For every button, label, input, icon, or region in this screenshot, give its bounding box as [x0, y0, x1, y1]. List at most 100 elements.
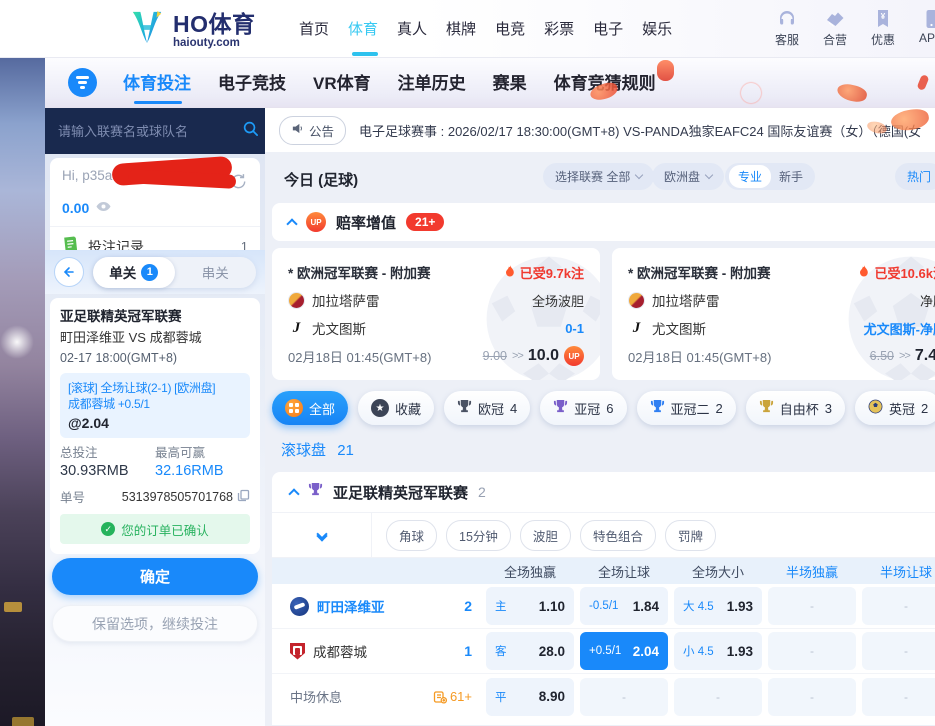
market-pill-correct-score[interactable]: 波胆: [520, 520, 571, 551]
boost-match-card[interactable]: * 欧洲冠军联赛 - 附加赛 已受10.6k注 加拉塔萨雷 净胜 J 尤文图斯: [612, 248, 935, 380]
tab-esports[interactable]: 电子竞技: [218, 69, 286, 94]
tab-sports-betting[interactable]: 体育投注: [123, 69, 191, 94]
market-pill-corners[interactable]: 角球: [386, 520, 437, 551]
ball-icon: [868, 399, 883, 417]
nav-item-slots[interactable]: 电子: [593, 18, 623, 39]
tab-betting-rules[interactable]: 体育竞猜规则: [554, 69, 656, 94]
customer-service-link[interactable]: 客服: [769, 8, 805, 48]
category-all[interactable]: 全部: [272, 391, 348, 425]
category-ucl[interactable]: 欧冠 4: [444, 391, 530, 425]
app-download-link[interactable]: APP: [913, 8, 935, 48]
category-acl2[interactable]: 亚冠二 2: [637, 391, 736, 425]
confirm-button[interactable]: 确定: [52, 558, 258, 595]
nav-item-entertainment[interactable]: 娱乐: [642, 18, 672, 39]
team-name[interactable]: 成都蓉城: [313, 641, 367, 661]
nav-item-home[interactable]: 首页: [299, 18, 329, 39]
category-favorites[interactable]: ★ 收藏: [358, 391, 434, 425]
odds-cell-empty[interactable]: -: [674, 678, 762, 716]
copy-icon[interactable]: [237, 489, 250, 505]
mode-novice-option[interactable]: 新手: [771, 165, 811, 188]
slip-match-name: 町田泽维亚 VS 成都蓉城: [60, 330, 250, 346]
brand-logo[interactable]: HO体育 haiouty.com: [128, 10, 256, 51]
odds-cell-empty[interactable]: -: [580, 678, 668, 716]
team-name[interactable]: 町田泽维亚: [317, 596, 385, 616]
nav-item-cards[interactable]: 棋牌: [446, 18, 476, 39]
odds-cell-1x2-home[interactable]: 主 1.10: [486, 587, 574, 625]
up-badge-icon: UP: [564, 346, 584, 366]
filter-funnel-icon[interactable]: [68, 68, 97, 97]
expand-markets-button[interactable]: [272, 513, 372, 557]
odds-cell-empty[interactable]: -: [862, 632, 935, 670]
tab-single-bet[interactable]: 单关 1: [93, 257, 175, 288]
announcement-text[interactable]: 电子足球赛事 : 2026/02/17 18:30:00(GMT+8) VS-P…: [359, 121, 921, 140]
old-odds: 9.00: [483, 349, 507, 363]
odds-cell-empty[interactable]: -: [768, 632, 856, 670]
odds-arrow: >>: [899, 350, 910, 362]
category-count: 6: [606, 401, 613, 416]
nav-item-lottery[interactable]: 彩票: [544, 18, 574, 39]
market-pill-cards[interactable]: 罚牌: [665, 520, 716, 551]
search-input[interactable]: [58, 124, 234, 139]
mode-toggle[interactable]: 专业 新手: [725, 163, 815, 190]
collapse-chevron-icon[interactable]: [286, 218, 297, 229]
total-stake-label: 总投注: [60, 446, 155, 461]
odds-type-filter[interactable]: 欧洲盘: [652, 163, 724, 190]
hot-filter[interactable]: 热门: [895, 163, 935, 190]
category-label: 全部: [309, 399, 335, 418]
odds-value: 1.84: [633, 599, 659, 614]
column-halftime-handicap[interactable]: 半场让球: [862, 562, 935, 581]
tab-vr-sports[interactable]: VR体育: [313, 69, 371, 94]
column-halftime-1x2[interactable]: 半场独赢: [768, 562, 856, 581]
odds-cell-empty[interactable]: -: [862, 678, 935, 716]
nav-item-esports[interactable]: 电竞: [495, 18, 525, 39]
league-select-filter[interactable]: 选择联赛 全部: [543, 163, 654, 190]
mode-pro-option[interactable]: 专业: [729, 165, 771, 188]
odds-cell-1x2-away[interactable]: 客 28.0: [486, 632, 574, 670]
odds-value: 1.93: [727, 644, 753, 659]
eye-icon[interactable]: [96, 199, 111, 217]
max-win-value: 32.16RMB: [155, 463, 250, 479]
team-area[interactable]: 成都蓉城 1: [272, 641, 486, 661]
category-championship[interactable]: 英冠 2: [855, 391, 935, 425]
more-markets-link[interactable]: 61+: [433, 689, 472, 704]
betslip-header: 单关 1 串关: [45, 250, 265, 294]
odds-cell-empty[interactable]: -: [768, 678, 856, 716]
odds-cell-empty[interactable]: -: [768, 587, 856, 625]
odds-cell-draw[interactable]: 平 8.90: [486, 678, 574, 716]
announcement-pill[interactable]: 公告: [279, 116, 346, 145]
card-odds[interactable]: 6.50 >> 7.40: [870, 347, 935, 365]
odds-cell-over[interactable]: 大 4.5 1.93: [674, 587, 762, 625]
market-pill-specials[interactable]: 特色组合: [580, 520, 656, 551]
tab-parlay-bet[interactable]: 串关: [175, 257, 257, 288]
category-libertadores[interactable]: 自由杯 3: [746, 391, 845, 425]
back-button[interactable]: [54, 257, 84, 287]
match-status-area: 中场休息 61+: [272, 687, 486, 706]
home-team-name: 加拉塔萨雷: [312, 290, 380, 310]
order-number: 5313978505701768: [122, 489, 250, 505]
market-pill-15min[interactable]: 15分钟: [446, 520, 511, 551]
odds-cell-handicap-away-selected[interactable]: +0.5/1 2.04: [580, 632, 668, 670]
keep-selection-button[interactable]: 保留选项，继续投注: [52, 605, 258, 642]
partnership-link[interactable]: 合营: [817, 8, 853, 48]
card-odds[interactable]: 9.00 >> 10.0 UP: [483, 346, 584, 366]
category-acl[interactable]: 亚冠 6: [540, 391, 626, 425]
odds-cell-handicap-home[interactable]: -0.5/1 1.84: [580, 587, 668, 625]
tab-results[interactable]: 赛果: [493, 69, 527, 94]
boost-match-card[interactable]: * 欧洲冠军联赛 - 附加赛 已受9.7k注 加拉塔萨雷 全场波胆 J 尤文图斯: [272, 248, 600, 380]
search-icon[interactable]: [242, 120, 259, 142]
live-markets-row[interactable]: 滚球盘 21: [281, 439, 354, 460]
odds-value: 8.90: [539, 689, 565, 704]
nav-item-live-casino[interactable]: 真人: [397, 18, 427, 39]
promotions-link[interactable]: ¥ 优惠: [865, 8, 901, 48]
collapse-chevron-icon[interactable]: [288, 488, 299, 499]
odds-tag: 小 4.5: [683, 643, 714, 659]
odds-cell-under[interactable]: 小 4.5 1.93: [674, 632, 762, 670]
team-area[interactable]: 町田泽维亚 2: [272, 596, 486, 616]
nav-item-sports[interactable]: 体育: [348, 18, 378, 39]
tab-bet-history[interactable]: 注单历史: [398, 69, 466, 94]
galatasaray-crest-icon: [288, 292, 305, 309]
odds-cell-empty[interactable]: -: [862, 587, 935, 625]
order-number-value: 5313978505701768: [122, 490, 233, 504]
tab-parlay-label: 串关: [202, 262, 229, 282]
league-panel-header[interactable]: 亚足联精英冠军联赛 2: [272, 472, 935, 512]
